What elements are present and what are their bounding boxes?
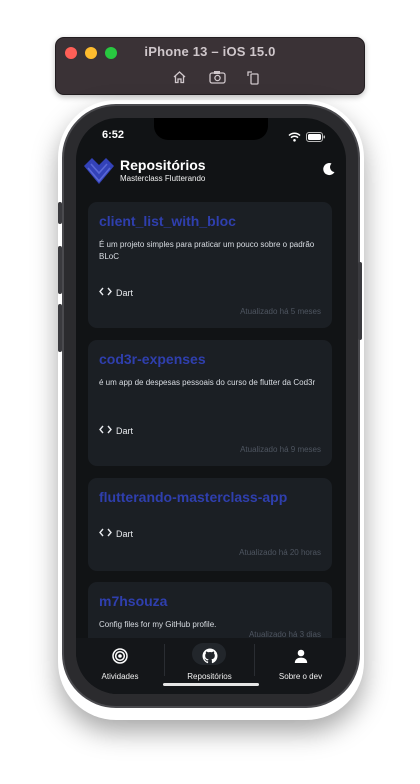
- tab-label: Sobre o dev: [278, 672, 323, 681]
- status-icons: [288, 129, 326, 147]
- repo-card[interactable]: m7hsouza Config files for my GitHub prof…: [88, 582, 332, 638]
- simulator-toolbar: iPhone 13 – iOS 15.0: [55, 37, 365, 95]
- repo-updated: Atualizado há 5 meses: [240, 307, 321, 316]
- volume-down-button: [58, 304, 62, 352]
- github-icon: [202, 648, 218, 669]
- screenshot-icon[interactable]: [207, 68, 227, 86]
- repo-language-label: Dart: [116, 287, 134, 298]
- target-icon: [112, 648, 128, 669]
- tab-atividades[interactable]: Atividades: [76, 638, 164, 681]
- person-icon: [293, 648, 309, 669]
- repo-name[interactable]: flutterando-masterclass-app: [99, 489, 287, 505]
- tab-label: Repositórios: [187, 672, 232, 681]
- power-button: [358, 262, 362, 340]
- app-header: Repositórios Masterclass Flutterando: [82, 154, 340, 190]
- repo-language-label: Dart: [116, 425, 134, 436]
- repo-name[interactable]: m7hsouza: [99, 593, 167, 609]
- notch: [154, 118, 268, 140]
- repo-updated: Atualizado há 9 meses: [240, 445, 321, 454]
- page-title: Repositórios: [120, 157, 206, 173]
- repo-list[interactable]: client_list_with_bloc É um projeto simpl…: [88, 202, 332, 638]
- home-indicator[interactable]: [163, 683, 259, 686]
- repo-card[interactable]: flutterando-masterclass-app Dart Atualiz…: [88, 478, 332, 571]
- mute-switch: [58, 202, 62, 224]
- repo-description: É um projeto simples para praticar um po…: [99, 240, 315, 261]
- app-logo-icon: [82, 154, 116, 193]
- repo-name[interactable]: cod3r-expenses: [99, 351, 206, 367]
- repo-description: é um app de despesas pessoais do curso d…: [99, 378, 316, 387]
- repo-card[interactable]: client_list_with_bloc É um projeto simpl…: [88, 202, 332, 328]
- simulator-title: iPhone 13 – iOS 15.0: [144, 44, 276, 59]
- volume-up-button: [58, 246, 62, 294]
- battery-icon: [306, 129, 326, 147]
- moon-icon[interactable]: [322, 162, 336, 181]
- tab-sobre-o-dev[interactable]: Sobre o dev: [255, 638, 346, 681]
- tab-label: Atividades: [101, 672, 139, 681]
- home-icon[interactable]: [169, 68, 189, 86]
- rotate-icon[interactable]: [243, 68, 263, 86]
- phone-screen: 6:52 Repositórios Masterclass Flutterand…: [76, 118, 346, 694]
- code-icon: [99, 425, 112, 436]
- wifi-icon: [288, 129, 301, 147]
- code-icon: [99, 528, 112, 539]
- code-icon: [99, 287, 112, 298]
- repo-language: Dart: [99, 528, 133, 539]
- page-subtitle: Masterclass Flutterando: [120, 174, 206, 183]
- repo-language: Dart: [99, 425, 133, 436]
- status-time: 6:52: [102, 129, 125, 141]
- repo-language-label: Dart: [116, 528, 134, 539]
- tab-repositorios[interactable]: Repositórios: [165, 638, 254, 681]
- repo-updated: Atualizado há 20 horas: [239, 548, 321, 557]
- repo-card[interactable]: cod3r-expenses é um app de despesas pess…: [88, 340, 332, 466]
- repo-updated: Atualizado há 3 dias: [248, 630, 321, 638]
- repo-name[interactable]: client_list_with_bloc: [99, 213, 236, 229]
- repo-language: Dart: [99, 287, 133, 298]
